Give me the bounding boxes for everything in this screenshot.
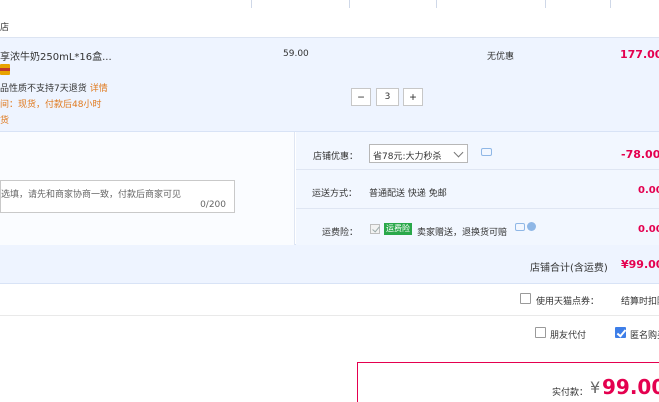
insurance-badge: 运费险	[384, 223, 412, 235]
shop-name[interactable]: 店	[0, 20, 9, 33]
item-title-link[interactable]: 享浓牛奶250mL*16盒...	[0, 48, 112, 63]
insurance-description: 卖家赠送，退换货可赔	[417, 228, 508, 238]
insurance-amount: 0.00	[638, 224, 659, 235]
friend-pay-checkbox[interactable]	[535, 327, 546, 338]
info-icon[interactable]	[527, 222, 536, 231]
shop-total-label: 店铺合计(含运费)	[530, 263, 608, 274]
promo-badge-icon	[0, 64, 10, 75]
shop-discount-label: 店铺优惠：	[313, 152, 359, 162]
use-points-checkbox[interactable]	[520, 293, 531, 304]
shipping-amount: 0.00	[638, 185, 659, 196]
shipping-method: 普通配送 快递 免邮	[369, 189, 447, 199]
shop-discount-selected: 省78元:大力秒杀	[373, 152, 442, 162]
shop-total-row: 店铺合计(含运费) ¥99.00	[0, 245, 659, 284]
payment-options-row: 朋友代付 匿名购买	[0, 316, 659, 349]
message-panel: 选填，请先和商家协商一致，付款后商家可见 0/200	[0, 132, 295, 245]
insurance-label: 运费险：	[322, 228, 359, 238]
insurance-checkbox	[370, 224, 380, 234]
friend-pay-label: 朋友代付	[550, 331, 587, 341]
chevron-down-icon	[453, 147, 464, 158]
currency-symbol: ¥	[590, 378, 601, 397]
points-deduction-note: 结算时扣除	[621, 297, 659, 307]
shop-discount-amount: -78.00	[621, 148, 659, 161]
column-divider	[436, 0, 437, 8]
order-options-section: 选填，请先和商家协商一致，付款后商家可见 0/200 店铺优惠： 省78元:大力…	[0, 132, 659, 245]
item-extra-note: 货	[0, 116, 10, 126]
final-payment-box: 实付款： ¥ 99.00	[357, 362, 659, 402]
row-divider	[296, 208, 659, 209]
message-char-count: 0/200	[200, 200, 226, 210]
quantity-increase-button[interactable]: +	[403, 88, 423, 106]
delivery-time: 间：现货，付款后48小时	[0, 100, 102, 110]
anonymous-purchase-label: 匿名购买	[630, 331, 659, 341]
quantity-decrease-button[interactable]: −	[351, 88, 371, 106]
column-divider	[545, 0, 546, 8]
message-to-seller-input[interactable]: 选填，请先和商家协商一致，付款后商家可见 0/200	[0, 180, 235, 213]
unit-price: 59.00	[283, 49, 309, 59]
column-divider	[349, 0, 350, 8]
row-divider	[296, 169, 659, 170]
column-divider	[251, 0, 252, 8]
item-subtotal: 177.00	[620, 48, 659, 61]
quantity-input[interactable]: 3	[376, 88, 399, 106]
order-item-row: 享浓牛奶250mL*16盒... 品性质不支持7天退货 详情 间：现货，付款后48…	[0, 38, 659, 132]
amount-due-label: 实付款：	[552, 388, 589, 398]
message-placeholder: 选填，请先和商家协商一致，付款后商家可见	[1, 190, 182, 200]
shop-discount-select[interactable]: 省78元:大力秒杀	[369, 144, 468, 163]
anonymous-purchase-checkbox[interactable]	[615, 327, 626, 338]
shop-total-value: ¥99.00	[621, 258, 659, 271]
table-header-row: 店	[0, 0, 659, 38]
chat-icon[interactable]	[481, 148, 492, 156]
return-policy-note: 品性质不支持7天退货 详情	[0, 81, 108, 94]
column-divider	[610, 0, 611, 8]
points-row: 使用天猫点券： 结算时扣除	[0, 284, 659, 316]
amount-due-value: 99.00	[602, 375, 659, 399]
shipping-label: 运送方式：	[312, 189, 358, 199]
chat-icon[interactable]	[515, 223, 525, 231]
details-link[interactable]: 详情	[90, 84, 108, 94]
return-policy-text: 品性质不支持7天退货	[0, 84, 87, 94]
item-discount: 无优惠	[487, 52, 515, 62]
use-points-label: 使用天猫点券：	[536, 297, 600, 307]
